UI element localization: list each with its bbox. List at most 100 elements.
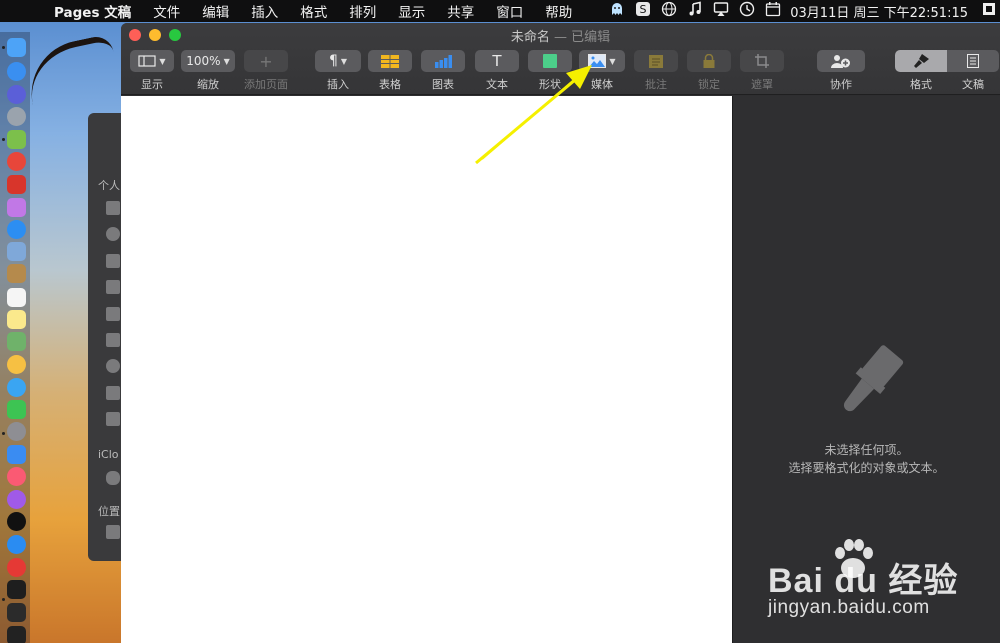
disk-icon[interactable] bbox=[106, 525, 120, 539]
finder-section-icloud: iClo bbox=[98, 448, 119, 461]
desktop-icon[interactable] bbox=[106, 254, 120, 268]
table-button[interactable] bbox=[368, 50, 412, 72]
applications-icon[interactable] bbox=[106, 280, 120, 294]
sogou-icon[interactable]: S bbox=[632, 1, 654, 21]
keynote-icon[interactable] bbox=[7, 445, 26, 464]
mask-button[interactable] bbox=[740, 50, 784, 72]
inspector-toggle: 格式 文稿 bbox=[895, 50, 999, 92]
insert-button[interactable]: ¶ ▼ bbox=[315, 50, 361, 72]
chart-label: 图表 bbox=[432, 78, 454, 91]
document-label: 文稿 bbox=[962, 78, 984, 91]
notes-icon[interactable] bbox=[7, 310, 26, 329]
running-indicator bbox=[2, 138, 5, 141]
collaborate-button[interactable] bbox=[817, 50, 865, 72]
music-folder-icon[interactable] bbox=[106, 333, 120, 347]
photos-icon[interactable] bbox=[7, 355, 26, 374]
chevron-down-icon: ▼ bbox=[159, 56, 166, 66]
lock-control: 锁定 bbox=[687, 50, 731, 92]
settings-icon[interactable] bbox=[7, 422, 26, 441]
add-person-icon bbox=[831, 55, 850, 68]
itunes-icon[interactable] bbox=[7, 467, 26, 486]
running-indicator bbox=[2, 598, 5, 601]
documents-icon[interactable] bbox=[106, 412, 120, 426]
plus-icon: + bbox=[259, 51, 273, 71]
dock bbox=[0, 32, 30, 643]
status-area: S 03月11日 周三 下午22:51:15 bbox=[602, 0, 1000, 22]
format-label: 格式 bbox=[910, 78, 932, 91]
contacts-icon[interactable] bbox=[7, 264, 26, 283]
terminal-icon[interactable] bbox=[7, 580, 26, 599]
zoom-label: 缩放 bbox=[197, 78, 219, 91]
format-button[interactable] bbox=[895, 50, 947, 72]
notes-purple-icon[interactable] bbox=[7, 198, 26, 217]
menu-app-name[interactable]: Pages 文稿 bbox=[54, 1, 131, 21]
calendar-icon[interactable] bbox=[762, 1, 784, 21]
launchpad-icon[interactable] bbox=[7, 107, 26, 126]
comment-button[interactable] bbox=[634, 50, 678, 72]
app-store-icon[interactable] bbox=[7, 62, 26, 81]
add-page-control: + 添加页面 bbox=[243, 50, 289, 92]
insert-label: 插入 bbox=[327, 78, 349, 91]
menu-share[interactable]: 共享 bbox=[447, 1, 474, 21]
calendar-dock-icon[interactable] bbox=[7, 288, 26, 307]
tv-icon[interactable] bbox=[7, 512, 26, 531]
messages-icon[interactable] bbox=[7, 378, 26, 397]
baidu-watermark: Bai du 经验 jingyan.baidu.com bbox=[760, 535, 970, 625]
finder-icon[interactable] bbox=[7, 38, 26, 57]
menu-view[interactable]: 显示 bbox=[398, 1, 425, 21]
chart-icon bbox=[435, 54, 452, 68]
ghost-icon[interactable] bbox=[606, 1, 628, 21]
app-store-dock-icon[interactable] bbox=[7, 535, 26, 554]
document-button[interactable] bbox=[947, 50, 999, 72]
menu-window[interactable]: 窗口 bbox=[496, 1, 523, 21]
preview-icon[interactable] bbox=[7, 242, 26, 261]
comment-control: 批注 bbox=[634, 50, 678, 92]
zoom-select[interactable]: 100% ▼ bbox=[181, 50, 235, 72]
lock-button[interactable] bbox=[687, 50, 731, 72]
document-canvas[interactable] bbox=[121, 96, 732, 643]
mask-label: 遮罩 bbox=[751, 78, 773, 91]
maps-icon[interactable] bbox=[7, 332, 26, 351]
menubar-clock[interactable]: 03月11日 周三 下午22:51:15 bbox=[790, 2, 968, 21]
add-page-label: 添加页面 bbox=[244, 78, 288, 91]
airdrop-icon[interactable] bbox=[106, 227, 120, 241]
clock-icon[interactable] bbox=[736, 1, 758, 21]
menu-file[interactable]: 文件 bbox=[153, 1, 180, 21]
icloud-drive-icon[interactable] bbox=[106, 471, 120, 485]
menu-edit[interactable]: 编辑 bbox=[202, 1, 229, 21]
collaborate-control: 协作 bbox=[817, 50, 865, 92]
menu-format[interactable]: 格式 bbox=[300, 1, 327, 21]
activity-monitor-icon[interactable] bbox=[7, 603, 26, 622]
inspector-segmented-control bbox=[895, 50, 999, 72]
view-label: 显示 bbox=[141, 78, 163, 91]
menu-arrange[interactable]: 排列 bbox=[349, 1, 376, 21]
menu-help[interactable]: 帮助 bbox=[545, 1, 572, 21]
annotation-arrow bbox=[475, 65, 592, 165]
android-icon[interactable] bbox=[7, 130, 26, 149]
music-icon[interactable] bbox=[684, 1, 706, 21]
globe-icon[interactable] bbox=[658, 1, 680, 21]
chart-button[interactable] bbox=[421, 50, 465, 72]
comment-icon bbox=[649, 54, 663, 68]
menu-insert[interactable]: 插入 bbox=[251, 1, 278, 21]
collaborate-label: 协作 bbox=[830, 78, 852, 91]
movies-icon[interactable] bbox=[106, 307, 120, 321]
safari-icon[interactable] bbox=[7, 220, 26, 239]
home-icon[interactable] bbox=[106, 386, 120, 400]
document-name: 未命名 bbox=[510, 30, 550, 45]
airplay-icon[interactable] bbox=[710, 1, 732, 21]
add-page-button[interactable]: + bbox=[244, 50, 288, 72]
vivaldi-icon[interactable] bbox=[7, 558, 26, 577]
file-icon[interactable] bbox=[106, 201, 120, 215]
app-switcher-icon[interactable] bbox=[978, 2, 1000, 20]
view-button[interactable]: ▼ bbox=[130, 50, 174, 72]
comment-label: 批注 bbox=[645, 78, 667, 91]
watermark-brand: Bai du 经验 bbox=[768, 562, 959, 600]
facetime-icon[interactable] bbox=[7, 400, 26, 419]
siri-icon[interactable] bbox=[7, 85, 26, 104]
downloads-icon[interactable] bbox=[106, 359, 120, 373]
podcasts-icon[interactable] bbox=[7, 490, 26, 509]
chrome-icon[interactable] bbox=[7, 152, 26, 171]
wps-icon[interactable] bbox=[7, 175, 26, 194]
console-icon[interactable] bbox=[7, 626, 26, 643]
